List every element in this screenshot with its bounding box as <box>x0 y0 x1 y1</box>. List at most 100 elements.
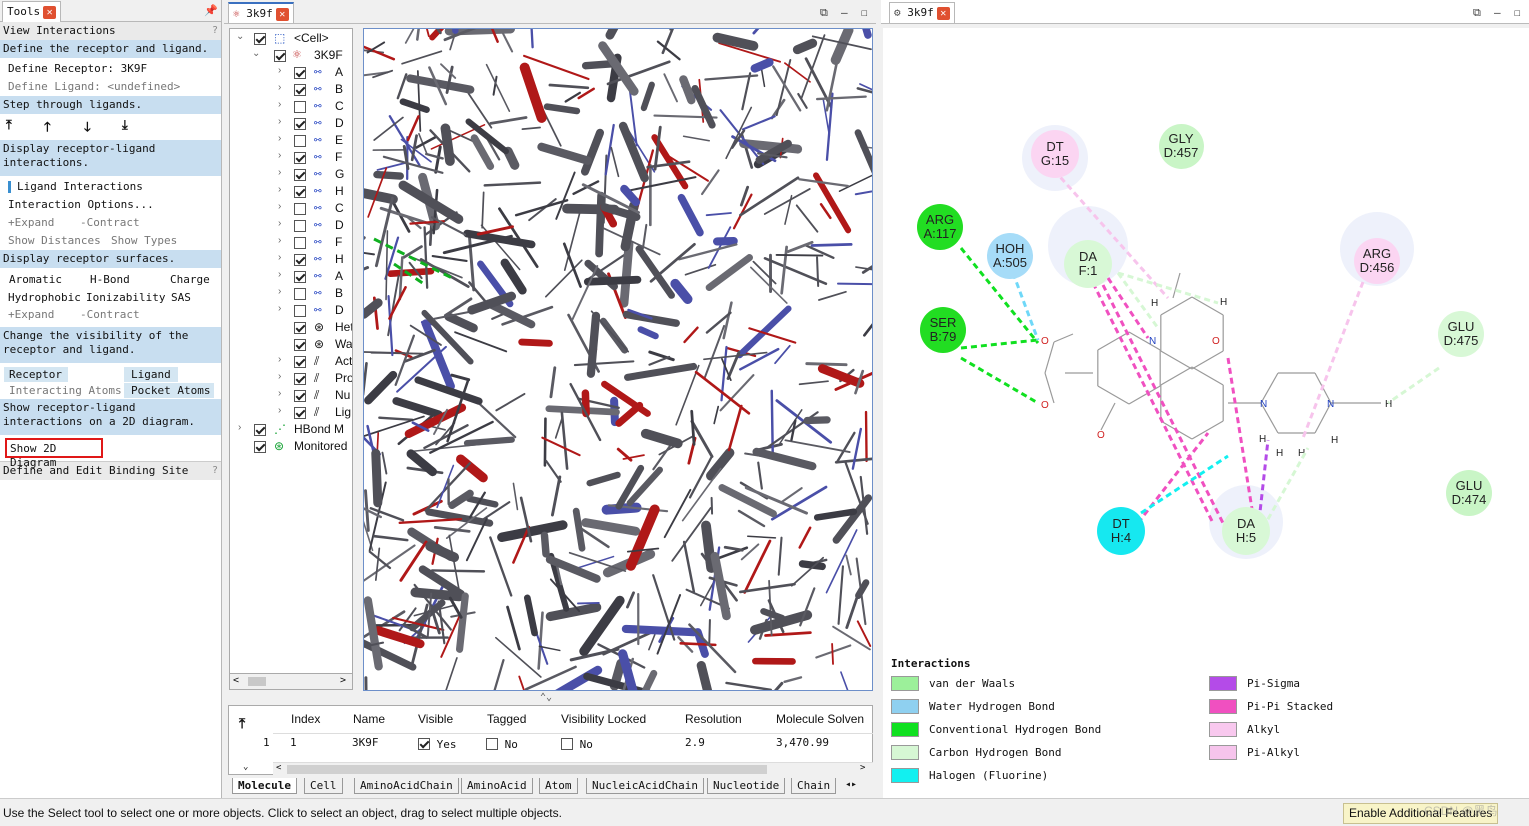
expand-arrow-icon[interactable]: › <box>278 167 281 178</box>
hbond-surface-button[interactable]: H-Bond <box>90 273 130 286</box>
3d-molecule-render[interactable] <box>364 29 873 691</box>
first-ligand-icon[interactable]: ⤒ <box>6 118 12 133</box>
residue-dt[interactable]: DT G:15 <box>1031 130 1079 178</box>
contract-button[interactable]: -Contract <box>80 215 140 231</box>
expand-arrow-icon[interactable]: ⌄ <box>236 31 244 42</box>
tree-item-group[interactable]: › ⫽ Act <box>230 354 352 371</box>
maximize-icon[interactable]: ☐ <box>861 6 868 19</box>
residue-glu[interactable]: GLU D:475 <box>1438 311 1484 357</box>
residue-arg[interactable]: ARG A:117 <box>917 204 963 250</box>
expand-arrow-icon[interactable]: › <box>278 116 281 127</box>
expand-arrow-icon[interactable]: ⌄ <box>252 48 260 59</box>
residue-da[interactable]: DA H:5 <box>1222 507 1270 555</box>
tab-chain[interactable]: Chain <box>791 778 837 794</box>
tree-item-chain-d[interactable]: › ⚯ D <box>230 303 352 320</box>
chain-checkbox[interactable] <box>294 305 306 317</box>
close-icon[interactable]: ✕ <box>275 7 289 21</box>
tree-item-chain-a[interactable]: › ⚯ A <box>230 65 352 82</box>
help-icon[interactable]: ? <box>212 464 218 478</box>
show-distances-button[interactable]: Show Distances <box>8 234 101 247</box>
interaction-options-link[interactable]: Interaction Options... <box>0 196 221 214</box>
previous-ligand-icon[interactable]: 🡑 <box>44 118 51 140</box>
residue-ser[interactable]: SER B:79 <box>920 307 966 353</box>
expand-arrow-icon[interactable]: › <box>278 235 281 246</box>
ionizability-surface-button[interactable]: Ionizability <box>86 291 165 304</box>
tab-3k9f-view[interactable]: ⚛ 3k9f ✕ <box>228 2 294 23</box>
tree-item-chain-f[interactable]: › ⚯ F <box>230 235 352 252</box>
tree-item-chain-h[interactable]: › ⚯ H <box>230 184 352 201</box>
last-ligand-icon[interactable]: ⤓ <box>122 118 128 133</box>
scroll-left-icon[interactable]: < <box>233 675 239 686</box>
expand-arrow-icon[interactable]: › <box>278 269 281 280</box>
show-2d-diagram-button[interactable]: Show 2D Diagram <box>5 438 103 469</box>
aromatic-surface-button[interactable]: Aromatic <box>9 273 62 286</box>
expand-arrow-icon[interactable]: › <box>278 286 281 297</box>
scroll-right-icon[interactable]: > <box>860 763 865 773</box>
molecule-checkbox[interactable] <box>274 50 286 62</box>
tab-aminoacidchain[interactable]: AminoAcidChain <box>354 778 459 794</box>
cell-locked[interactable]: No <box>561 736 593 751</box>
3d-molecule-viewport[interactable] <box>363 28 873 691</box>
sas-surface-button[interactable]: SAS <box>171 291 191 304</box>
chain-checkbox[interactable] <box>294 67 306 79</box>
expand-arrow-icon[interactable]: › <box>278 99 281 110</box>
tree-item-chain-c[interactable]: › ⚯ C <box>230 99 352 116</box>
tree-item-molecule[interactable]: ⌄ ⚛ 3K9F <box>230 48 352 65</box>
ligand-button[interactable]: Ligand <box>124 367 178 382</box>
expand-arrow-icon[interactable]: › <box>278 354 281 365</box>
tree-item-chain-e[interactable]: › ⚯ E <box>230 133 352 150</box>
group-checkbox[interactable] <box>294 373 306 385</box>
table-row[interactable]: 1 1 3K9F Yes No No 2.9 3,470.99 <box>263 706 873 756</box>
expand-arrow-icon[interactable]: › <box>278 252 281 263</box>
residue-arg[interactable]: ARG D:456 <box>1354 238 1400 284</box>
locked-checkbox[interactable] <box>561 738 573 750</box>
help-icon[interactable]: ? <box>212 24 218 38</box>
tab-molecule[interactable]: Molecule <box>232 778 297 794</box>
view-interactions-header[interactable]: View Interactions? <box>0 22 221 40</box>
expand-surface-button[interactable]: +Expand <box>8 308 54 321</box>
tagged-checkbox[interactable] <box>486 738 498 750</box>
contract-surface-button[interactable]: -Contract <box>80 307 140 323</box>
chain-checkbox[interactable] <box>294 254 306 266</box>
chain-checkbox[interactable] <box>294 169 306 181</box>
tree-item-chain-d[interactable]: › ⚯ D <box>230 116 352 133</box>
monitored-checkbox[interactable] <box>254 441 266 453</box>
scroll-right-icon[interactable]: > <box>340 675 346 686</box>
tab-cell[interactable]: Cell <box>304 778 343 794</box>
minimize-icon[interactable]: – <box>1494 6 1501 19</box>
maximize-icon[interactable]: ☐ <box>1514 6 1521 19</box>
tab-nucleicacidchain[interactable]: NucleicAcidChain <box>586 778 704 794</box>
group-checkbox[interactable] <box>294 339 306 351</box>
show-types-button[interactable]: Show Types <box>111 233 177 249</box>
pin-icon[interactable]: 📌 <box>204 4 218 17</box>
cell-checkbox[interactable] <box>254 33 266 45</box>
table-hscrollbar[interactable]: < > <box>273 762 873 775</box>
residue-glu[interactable]: GLU D:474 <box>1446 470 1492 516</box>
tree-item-chain-b[interactable]: › ⚯ B <box>230 82 352 99</box>
tree-item-chain-a[interactable]: › ⚯ A <box>230 269 352 286</box>
tools-tab[interactable]: Tools ✕ <box>2 1 62 22</box>
minimize-icon[interactable]: – <box>841 6 848 19</box>
chain-checkbox[interactable] <box>294 220 306 232</box>
group-checkbox[interactable] <box>294 322 306 334</box>
tabs-scroll-icon[interactable]: ◂▸ <box>845 779 857 790</box>
expand-arrow-icon[interactable]: › <box>278 133 281 144</box>
expand-arrow-icon[interactable]: › <box>278 405 281 416</box>
expand-arrow-icon[interactable]: › <box>278 218 281 229</box>
expand-arrow-icon[interactable]: › <box>278 82 281 93</box>
close-icon[interactable]: ✕ <box>43 5 57 19</box>
residue-hoh[interactable]: HOH A:505 <box>987 233 1033 279</box>
expand-arrow-icon[interactable]: › <box>278 184 281 195</box>
expand-arrow-icon[interactable]: › <box>278 371 281 382</box>
scroll-left-icon[interactable]: < <box>276 763 281 773</box>
receptor-button[interactable]: Receptor <box>4 367 68 382</box>
tree-item-monitored[interactable]: ⊛ Monitored <box>230 439 352 456</box>
tab-atom[interactable]: Atom <box>539 778 578 794</box>
tree-item-group[interactable]: ⊛ Wa <box>230 337 352 354</box>
tab-3k9f-diagram[interactable]: ⚙ 3k9f ✕ <box>889 2 955 23</box>
interacting-atoms-button[interactable]: Interacting Atoms <box>4 383 122 398</box>
residue-da[interactable]: DA F:1 <box>1064 240 1112 288</box>
close-icon[interactable]: ✕ <box>936 6 950 20</box>
tree-scrollbar[interactable]: < > <box>229 673 353 690</box>
expand-arrow-icon[interactable]: › <box>278 303 281 314</box>
